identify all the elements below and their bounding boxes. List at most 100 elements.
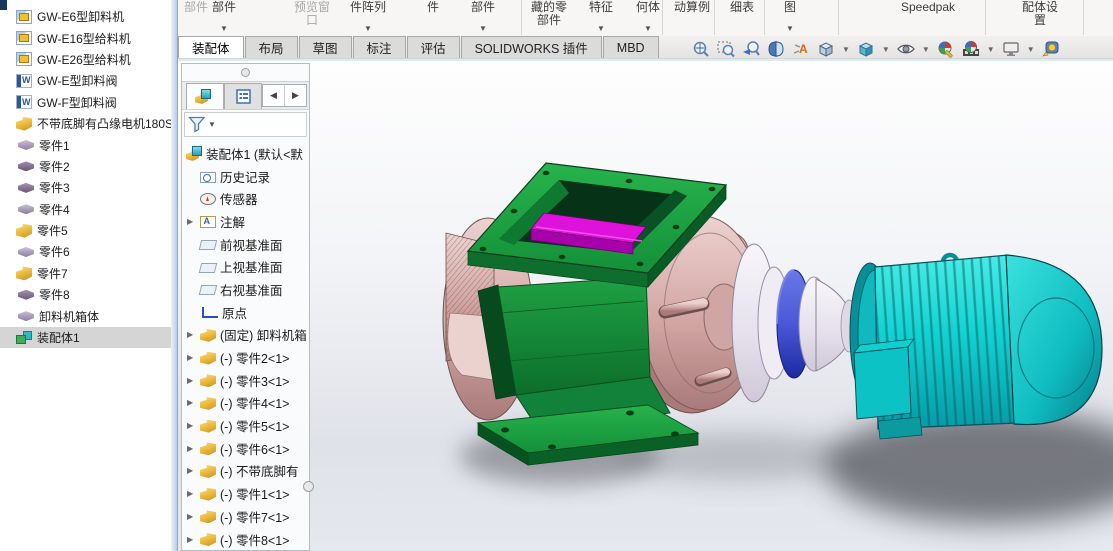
tree-item-label: 历史记录 [220, 167, 270, 186]
propertymanager-tab[interactable] [224, 83, 262, 109]
tree-width-splitter-handle[interactable] [303, 481, 314, 492]
tree-scroll-left-button[interactable]: ◀ [263, 85, 284, 106]
expand-arrow-icon[interactable]: ▶ [187, 444, 200, 453]
file-list-item[interactable]: 零件5 [0, 220, 171, 241]
tree-item[interactable]: ▶ (-) 零件1<1> [182, 482, 309, 505]
apply-scene-icon[interactable] [960, 38, 982, 60]
tree-item[interactable]: ▶ (-) 不带底脚有 [182, 460, 309, 483]
file-list-item[interactable]: 零件7 [0, 263, 171, 284]
file-list-item[interactable]: GW-E型卸料阀 [0, 70, 171, 91]
ribbon-tab[interactable]: 评估 [407, 36, 460, 58]
tree-item[interactable]: ▶ (-) 零件5<1> [182, 414, 309, 437]
ribbon-speedpak[interactable]: Speedpak [891, 0, 965, 36]
expand-arrow-icon[interactable]: ▶ [187, 330, 200, 339]
tree-item-icon [200, 488, 216, 501]
display-style-dropdown-caret[interactable]: ▼ [882, 45, 890, 54]
file-list-item[interactable]: 零件4 [0, 199, 171, 220]
ribbon-separator [521, 0, 522, 35]
tree-item[interactable]: ▶ 历史记录 [182, 165, 309, 188]
ribbon-tab[interactable]: 布局 [245, 36, 298, 58]
zoom-to-area-icon[interactable] [715, 38, 737, 60]
expand-arrow-icon[interactable]: ▶ [187, 489, 200, 498]
file-list-item[interactable]: 零件3 [0, 177, 171, 198]
tree-item[interactable]: ▶ (-) 零件2<1> [182, 346, 309, 369]
tree-item-label: 原点 [222, 303, 247, 322]
tree-item[interactable]: ▶ (-) 零件7<1> [182, 505, 309, 528]
ribbon-large-assembly-settings[interactable]: 配体设 置 [1008, 0, 1072, 36]
file-list-item[interactable]: 不带底脚有凸缘电机180S [0, 113, 171, 134]
tree-item[interactable]: ▶ (固定) 卸料机箱 [182, 324, 309, 347]
display-style-icon[interactable] [855, 38, 877, 60]
previous-view-icon[interactable] [740, 38, 762, 60]
tree-item[interactable]: ▶ 原点 [182, 301, 309, 324]
motor-part[interactable] [850, 255, 1102, 439]
ribbon-tab[interactable]: 装配体 [178, 36, 244, 58]
expand-arrow-icon[interactable]: ▶ [187, 535, 200, 544]
measure-icon[interactable] [1040, 38, 1062, 60]
tree-item-label: 右视基准面 [220, 280, 283, 299]
file-list-item[interactable]: 零件6 [0, 241, 171, 262]
annotation-views-icon[interactable]: A [790, 38, 812, 60]
tree-item[interactable]: ▶ 右视基准面 [182, 278, 309, 301]
expand-arrow-icon[interactable]: ▶ [187, 353, 200, 362]
tree-item[interactable]: ▶ (-) 零件3<1> [182, 369, 309, 392]
file-list-item[interactable]: GW-E16型给料机 [0, 27, 171, 48]
expand-arrow-icon[interactable]: ▶ [187, 398, 200, 407]
expand-arrow-icon[interactable]: ▶ [187, 421, 200, 430]
ribbon-tab[interactable]: MBD [603, 36, 659, 58]
view-orientation-dropdown-caret[interactable]: ▼ [842, 45, 850, 54]
hide-show-items-icon[interactable] [895, 38, 917, 60]
expand-arrow-icon[interactable]: ▶ [187, 466, 200, 475]
featuremanager-tab[interactable] [186, 83, 224, 109]
file-list-item[interactable]: GW-E6型卸料机 [0, 6, 171, 27]
ribbon-tab[interactable]: SOLIDWORKS 插件 [461, 36, 602, 58]
file-list-item[interactable]: GW-F型卸料阀 [0, 92, 171, 113]
file-list-item[interactable]: 卸料机箱体 [0, 305, 171, 326]
expand-arrow-icon[interactable]: ▶ [187, 512, 200, 521]
tree-item[interactable]: ▶ 上视基准面 [182, 255, 309, 278]
section-view-icon[interactable] [765, 38, 787, 60]
file-type-icon [16, 52, 32, 66]
assembly-3d-model[interactable] [178, 61, 1113, 551]
tree-item[interactable]: ▶ (-) 零件6<1> [182, 437, 309, 460]
view-settings-dropdown-caret[interactable]: ▼ [1027, 45, 1035, 54]
file-name: 零件7 [37, 265, 68, 282]
apply-scene-dropdown-caret[interactable]: ▼ [987, 45, 995, 54]
file-name: 零件8 [39, 286, 70, 303]
graphics-viewport[interactable]: ◀ ▶ ▼ 装配体1 (默认<默 ▶ 历史记录 [178, 59, 1113, 551]
tree-item[interactable]: ▶ (-) 零件8<1> [182, 528, 309, 550]
ribbon-move-component[interactable]: 部件▼ [451, 0, 515, 36]
tree-item-label: (-) 不带底脚有 [220, 461, 298, 480]
tree-item[interactable]: ▶ 注解 [182, 210, 309, 233]
tree-item[interactable]: ▶ (-) 零件4<1> [182, 392, 309, 415]
filter-dropdown-caret[interactable]: ▼ [208, 120, 216, 129]
window-divider[interactable] [171, 0, 178, 551]
file-list-item[interactable]: 零件2 [0, 156, 171, 177]
ribbon-exploded-view[interactable]: 图▼ [758, 0, 822, 36]
solidworks-window: 部件 部件▼ 预览窗 口 件阵列▼ 件 部件▼ 藏的零 部件 特征▼ 何体▼ 动… [178, 0, 1113, 551]
shaft-coupling-parts-2[interactable] [799, 277, 857, 371]
view-settings-icon[interactable] [1000, 38, 1022, 60]
view-orientation-icon[interactable] [815, 38, 837, 60]
tree-item[interactable]: ▶ 前视基准面 [182, 233, 309, 256]
ribbon-tab[interactable]: 草图 [299, 36, 352, 58]
tree-splitter-handle[interactable] [182, 64, 309, 82]
file-type-icon [16, 117, 32, 131]
ribbon-preview-window[interactable]: 预览窗 口 [280, 0, 344, 36]
tree-scroll-right-button[interactable]: ▶ [284, 85, 306, 106]
ribbon-tab[interactable]: 标注 [353, 36, 406, 58]
expand-arrow-icon[interactable]: ▶ [187, 217, 200, 226]
ribbon-component-dropdown[interactable]: 部件▼ [192, 0, 256, 36]
tree-item[interactable]: ▶ 传感器 [182, 187, 309, 210]
tree-item-root[interactable]: 装配体1 (默认<默 [182, 142, 309, 165]
expand-arrow-icon[interactable]: ▶ [187, 376, 200, 385]
edit-appearance-icon[interactable] [935, 38, 957, 60]
file-list-item[interactable]: 零件1 [0, 134, 171, 155]
filter-funnel-icon[interactable] [188, 116, 206, 133]
zoom-to-fit-icon[interactable] [690, 38, 712, 60]
file-list-item[interactable]: 零件8 [0, 284, 171, 305]
ribbon-component-pattern[interactable]: 件阵列▼ [336, 0, 400, 36]
hide-show-dropdown-caret[interactable]: ▼ [922, 45, 930, 54]
file-list-item[interactable]: 装配体1 [0, 327, 171, 348]
file-list-item[interactable]: GW-E26型给料机 [0, 49, 171, 70]
